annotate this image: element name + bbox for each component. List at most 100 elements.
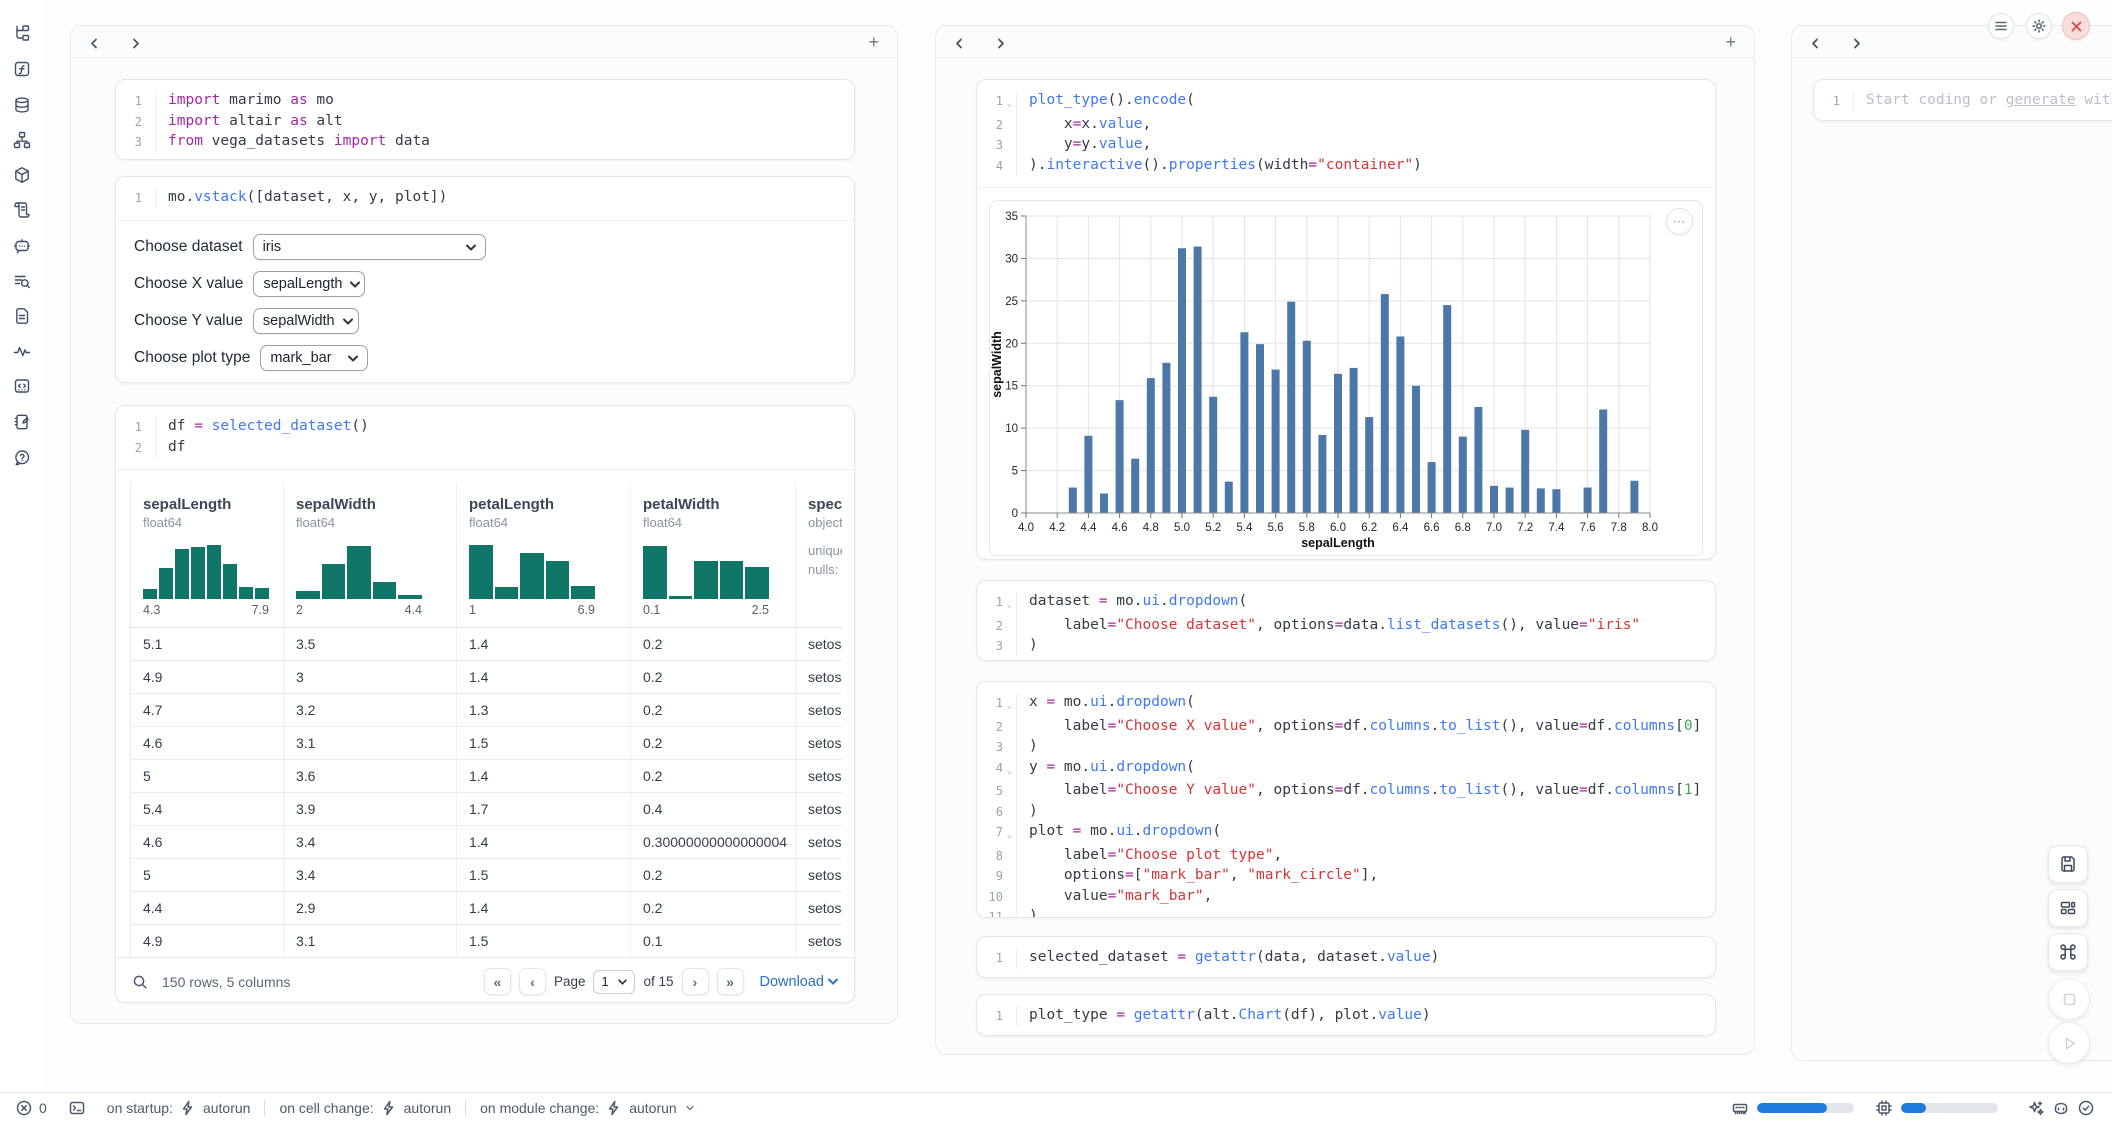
dependency-graph-icon[interactable] (13, 131, 31, 149)
code-editor[interactable]: 1 Start coding or generate with AI (1814, 80, 2112, 121)
table-body: 5.13.51.40.2setosa4.931.40.2setosa4.73.2… (131, 628, 842, 958)
chat-bot-icon[interactable] (13, 237, 31, 255)
table-row[interactable]: 4.42.91.40.2setosa (131, 892, 842, 925)
table-cell: 1.5 (457, 727, 631, 759)
editor-placeholder[interactable]: Start coding or generate with AI (1853, 91, 2112, 112)
code-editor[interactable]: 1plot_type = getattr(alt.Chart(df), plot… (977, 995, 1715, 1036)
column-left-chevron[interactable] (1810, 36, 1821, 47)
code-editor[interactable]: 1import marimo as mo2import altair as al… (116, 80, 854, 160)
table-row[interactable]: 5.13.51.40.2setosa (131, 628, 842, 661)
code-cell-xy-plot-dropdowns: 1⌄x = mo.ui.dropdown(2 label="Choose X v… (976, 681, 1716, 918)
settings-gear-button[interactable] (2026, 13, 2052, 39)
last-page-button[interactable]: » (717, 968, 744, 995)
y-value-dropdown[interactable]: sepalWidth (253, 308, 359, 334)
column-right-chevron[interactable] (130, 36, 141, 47)
line-number: 1 (1814, 91, 1840, 112)
table-cell: setosa (796, 793, 842, 825)
page-select[interactable]: 1 (593, 970, 635, 994)
search-list-icon[interactable] (13, 272, 31, 290)
dropdown-controls-output: Choose dataset iris Choose X value sepal… (116, 221, 854, 384)
close-button[interactable] (2062, 12, 2090, 40)
function-square-icon[interactable] (13, 60, 31, 78)
plot-type-dropdown[interactable]: mark_bar (260, 345, 368, 371)
table-row[interactable]: 4.93.11.50.1setosa (131, 925, 842, 958)
column-header-petalLength[interactable]: petalLengthfloat6416.9 (457, 482, 631, 627)
scratchpad-icon[interactable] (13, 413, 31, 431)
column-right-chevron[interactable] (995, 36, 1006, 47)
code-editor[interactable]: 1⌄plot_type().encode(2 x=x.value,3 y=y.v… (977, 80, 1715, 187)
add-column-button[interactable]: + (868, 33, 879, 51)
on-startup-setting[interactable]: on startup: autorun (107, 1100, 251, 1116)
code-line: 3from vega_datasets import data (116, 132, 854, 153)
stop-button[interactable] (2048, 978, 2090, 1020)
table-row[interactable]: 5.43.91.70.4setosa (131, 793, 842, 826)
search-icon[interactable] (132, 974, 148, 990)
help-bubble-icon[interactable] (13, 449, 31, 467)
table-cell: 0.2 (631, 892, 796, 924)
table-row[interactable]: 4.63.41.40.30000000000000004setosa (131, 826, 842, 859)
code-editor[interactable]: 1selected_dataset = getattr(data, datase… (977, 937, 1715, 978)
table-row[interactable]: 4.73.21.30.2setosa (131, 694, 842, 727)
code-line: 1plot_type = getattr(alt.Chart(df), plot… (977, 1006, 1715, 1027)
on-module-change-setting[interactable]: on module change: autorun (480, 1100, 696, 1116)
database-icon[interactable] (13, 96, 31, 114)
download-button[interactable]: Download (760, 974, 839, 990)
table-row[interactable]: 4.931.40.2setosa (131, 661, 842, 694)
code-line: 1selected_dataset = getattr(data, datase… (977, 948, 1715, 969)
x-value-dropdown[interactable]: sepalLength (253, 271, 365, 297)
table-row[interactable]: 53.41.50.2setosa (131, 859, 842, 892)
code-snippets-icon[interactable] (13, 377, 31, 395)
save-button[interactable] (2048, 845, 2088, 883)
copilot-icon[interactable] (2053, 1100, 2069, 1116)
altair-bar-chart[interactable]: 4.04.24.44.64.85.05.25.45.65.86.06.26.46… (989, 200, 1703, 556)
layout-panels-button[interactable] (2048, 889, 2088, 927)
table-header: sepalLengthfloat644.37.9sepalWidthfloat6… (131, 482, 842, 628)
file-tree-icon[interactable] (13, 24, 31, 42)
keyboard-shortcuts-button[interactable] (2048, 933, 2088, 971)
connection-status-icon[interactable] (2078, 1100, 2094, 1116)
table-row[interactable]: 53.61.40.2setosa (131, 760, 842, 793)
ai-sparkles-icon[interactable] (2028, 1100, 2044, 1116)
table-cell: 3.2 (284, 694, 457, 726)
column-histogram (643, 543, 769, 599)
code-editor[interactable]: 1mo.vstack([dataset, x, y, plot]) (116, 177, 854, 220)
code-line: 2 label="Choose X value", options=df.col… (977, 717, 1715, 738)
terminal-icon (69, 1100, 85, 1116)
column-header-sepalWidth[interactable]: sepalWidthfloat6424.4 (284, 482, 457, 627)
error-count[interactable]: 0 (16, 1100, 47, 1116)
line-number: 2 (977, 717, 1003, 738)
code-line: 3) (977, 636, 1715, 657)
column-header-species[interactable]: speciesobjectunique:nulls: (796, 482, 842, 627)
column-header-sepalLength[interactable]: sepalLengthfloat644.37.9 (131, 482, 284, 627)
next-page-button[interactable]: › (682, 968, 709, 995)
add-column-button[interactable]: + (1725, 33, 1736, 51)
code-text: label="Choose dataset", options=data.lis… (1016, 616, 1715, 637)
activity-pulse-icon[interactable] (13, 342, 31, 360)
dataset-dropdown[interactable]: iris (253, 234, 486, 260)
code-editor[interactable]: 1df = selected_dataset()2df (116, 406, 854, 469)
first-page-button[interactable]: « (484, 968, 511, 995)
table-cell: 3.6 (284, 760, 457, 792)
package-cube-icon[interactable] (13, 166, 31, 184)
column-right-chevron[interactable] (1851, 36, 1862, 47)
table-row[interactable]: 4.63.11.50.2setosa (131, 727, 842, 760)
menu-button[interactable] (1988, 13, 2014, 39)
line-number: 1 (977, 693, 1003, 717)
column-header-petalWidth[interactable]: petalWidthfloat640.12.5 (631, 482, 796, 627)
documentation-icon[interactable] (13, 307, 31, 325)
prev-page-button[interactable]: ‹ (519, 968, 546, 995)
terminal-button[interactable] (69, 1100, 85, 1116)
run-button[interactable] (2048, 1022, 2090, 1064)
code-editor[interactable]: 1⌄dataset = mo.ui.dropdown(2 label="Choo… (977, 581, 1715, 661)
svg-text:8.0: 8.0 (1642, 522, 1658, 534)
fold-chevron-icon: ⌄ (1003, 693, 1016, 717)
column-left-chevron[interactable] (954, 36, 965, 47)
column-left-chevron[interactable] (89, 36, 100, 47)
code-cell-vstack: 1mo.vstack([dataset, x, y, plot]) Choose… (115, 176, 855, 383)
logs-scroll-icon[interactable] (13, 201, 31, 219)
code-editor[interactable]: 1⌄x = mo.ui.dropdown(2 label="Choose X v… (977, 682, 1715, 918)
generate-with-ai-link[interactable]: generate (2006, 92, 2076, 108)
table-cell: 3.4 (284, 826, 457, 858)
chart-actions-button[interactable]: ⋯ (1666, 208, 1693, 235)
on-cell-change-setting[interactable]: on cell change: autorun (279, 1100, 451, 1116)
